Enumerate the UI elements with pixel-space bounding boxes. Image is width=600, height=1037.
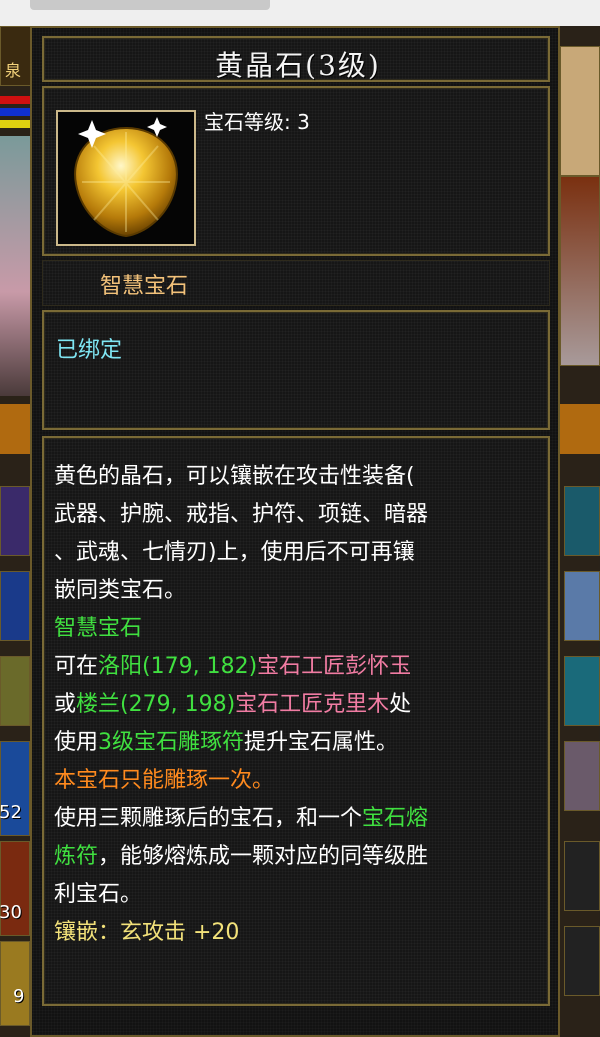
gem-level-text: 宝石等级: 3	[204, 110, 310, 134]
skill-slot[interactable]: 9	[0, 941, 30, 1026]
desc-line: 黄色的晶石，可以镶嵌在攻击性装备(	[54, 464, 415, 489]
bg-bar	[556, 404, 600, 454]
craft-line-2: 或楼兰(279, 198)宝石工匠克里木处	[54, 692, 412, 717]
tooltip-title-bar: 黄晶石(3级)	[42, 36, 550, 82]
item-link-carving-talisman[interactable]: 3级宝石雕琢符	[98, 730, 244, 755]
location-link-luoyang[interactable]: 洛阳(179, 182)	[98, 654, 257, 679]
bound-status: 已绑定	[56, 338, 123, 363]
inlay-stat: 镶嵌：玄攻击 +20	[54, 920, 240, 945]
skill-slot[interactable]: 30	[0, 841, 30, 936]
skill-slot[interactable]	[0, 656, 30, 726]
bind-status-box: 已绑定	[42, 310, 550, 430]
skill-slot[interactable]	[564, 841, 600, 911]
skill-slot[interactable]	[564, 656, 600, 726]
item-name: 黄晶石(3级)	[215, 49, 381, 82]
skill-slot[interactable]	[564, 741, 600, 811]
npc-link-kelimu[interactable]: 宝石工匠克里木	[235, 692, 389, 717]
desc-line: 、武魂、七情刃)上，使用后不可再镶	[54, 540, 415, 565]
craft-line-1: 可在洛阳(179, 182)宝石工匠彭怀玉	[54, 654, 412, 679]
npc-link-peng[interactable]: 宝石工匠彭怀玉	[257, 654, 411, 679]
background-right-panel	[556, 26, 600, 1037]
description-text: 黄色的晶石，可以镶嵌在攻击性装备( 武器、护腕、戒指、护符、项链、暗器 、武魂、…	[54, 458, 544, 952]
fuse-line-2: 炼符，能够熔炼成一颗对应的同等级胜	[54, 844, 429, 869]
gem-type-label: 智慧宝石	[54, 616, 143, 641]
fuse-line-3: 利宝石。	[54, 882, 143, 907]
desc-line: 嵌同类宝石。	[54, 578, 187, 603]
item-tooltip: 黄晶石(3级) 宝石等级: 3 智慧宝石 已绑定 黄色的晶石，可以镶嵌在攻击性装…	[30, 26, 560, 1037]
skill-slot[interactable]: 52	[0, 741, 30, 836]
skill-slot[interactable]	[564, 486, 600, 556]
craft-line-3: 使用3级宝石雕琢符提升宝石属性。	[54, 730, 399, 755]
item-link-fuse-talisman[interactable]: 宝石熔	[362, 806, 428, 831]
skill-slot[interactable]	[564, 571, 600, 641]
browser-top-strip	[0, 0, 600, 26]
gem-category: 智慧宝石	[100, 274, 189, 299]
carve-once-warning: 本宝石只能雕琢一次。	[54, 768, 275, 793]
item-info-box: 宝石等级: 3	[42, 86, 550, 256]
desc-line: 武器、护腕、戒指、护符、项链、暗器	[54, 502, 429, 527]
location-link-loulan[interactable]: 楼兰(279, 198)	[76, 692, 235, 717]
gem-yellow-icon	[74, 117, 178, 238]
fuse-line-1: 使用三颗雕琢后的宝石，和一个宝石熔	[54, 806, 429, 831]
skill-slot[interactable]	[0, 486, 30, 556]
scene-thumbnail	[560, 176, 600, 366]
gem-icon-frame[interactable]	[56, 110, 196, 246]
category-row: 智慧宝石	[42, 260, 550, 306]
npc-portrait	[560, 46, 600, 176]
skill-slot[interactable]	[0, 571, 30, 641]
skill-slot[interactable]	[564, 926, 600, 996]
description-box: 黄色的晶石，可以镶嵌在攻击性装备( 武器、护腕、戒指、护符、项链、暗器 、武魂、…	[42, 436, 550, 1006]
